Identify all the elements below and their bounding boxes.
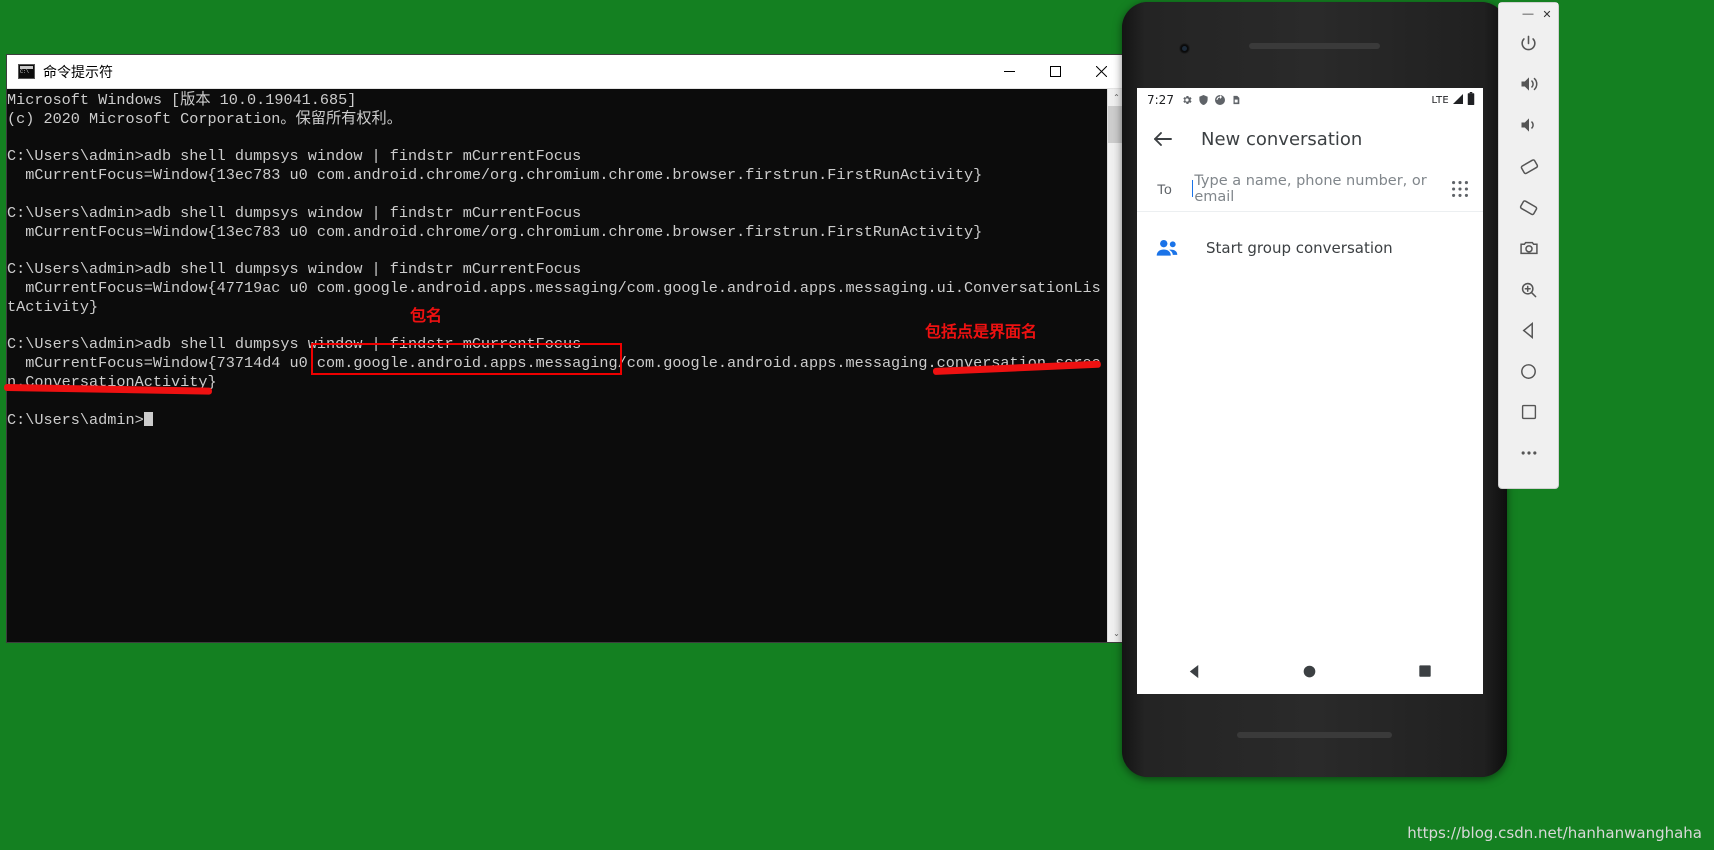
battery-icon [1467,92,1475,108]
zoom-button[interactable] [1499,271,1558,312]
toolbar-more-button[interactable] [1499,435,1558,476]
status-time: 7:27 [1147,93,1174,107]
cmd-cursor [143,411,153,426]
close-button[interactable] [1078,55,1124,88]
camera-icon [1519,238,1539,263]
screenshot-button[interactable] [1499,230,1558,271]
more-icon [1519,443,1539,468]
emulator-minimize-button[interactable]: — [1521,8,1535,20]
earpiece-speaker [1249,43,1380,49]
command-prompt-window[interactable]: 命令提示符 Microsoft Windows [版本 10.0.19041.6… [7,55,1125,642]
cmd-line: (c) 2020 Microsoft Corporation。保留所有权利。 [7,109,402,128]
cmd-line: C:\Users\admin>adb shell dumpsys window … [7,147,582,166]
cmd-blank-line [7,185,1107,204]
start-group-conversation-label: Start group conversation [1206,239,1393,257]
rotate-right-button[interactable] [1499,189,1558,230]
maximize-icon [1049,66,1061,77]
toolbar-back-button[interactable] [1499,312,1558,353]
rotate-right-icon [1519,197,1539,222]
bottom-speaker [1237,732,1392,738]
cmd-line: C:\Users\admin>adb shell dumpsys window … [7,203,582,222]
cmd-icon [18,64,35,79]
cmd-blank-line [7,241,1107,260]
back-arrow-icon[interactable] [1151,127,1175,151]
cmd-console-output[interactable]: Microsoft Windows [版本 10.0.19041.685] (c)… [7,89,1124,642]
sync-icon [1214,94,1226,106]
power-button[interactable] [1499,25,1558,66]
front-camera-icon [1179,43,1190,54]
activity-name-annotation-label: 包括点是界面名 [925,322,1038,341]
watermark-text: https://blog.csdn.net/hanhanwanghaha [1407,824,1702,842]
minimize-button[interactable] [986,55,1032,88]
power-icon [1519,34,1538,58]
app-bar: New conversation [1137,112,1483,166]
package-name-annotation-label: 包名 [410,306,443,325]
android-navigation-bar[interactable] [1137,648,1483,694]
cmd-window-title: 命令提示符 [43,64,113,81]
cmd-line: Microsoft Windows [版本 10.0.19041.685] [7,91,357,109]
cmd-line: mCurrentFocus=Window{13ec783 u0 com.andr… [7,166,983,185]
emulator-side-toolbar[interactable]: — ✕ [1498,2,1559,489]
toolbar-home-button[interactable] [1499,353,1558,394]
volume-down-button[interactable] [1499,107,1558,148]
start-group-conversation-row[interactable]: Start group conversation [1137,220,1483,276]
zoom-icon [1519,280,1538,304]
nav-home-circle-icon[interactable] [1280,648,1340,694]
cmd-blank-line [7,392,1107,411]
maximize-button[interactable] [1032,55,1078,88]
recipient-row[interactable]: To Type a name, phone number, or email [1137,166,1483,212]
nav-home-icon [1520,363,1537,385]
cmd-blank-line [7,129,1107,148]
cmd-line: C:\Users\admin> [7,411,1107,430]
status-bar-right: LTE [1431,92,1475,108]
rotate-left-icon [1519,156,1539,181]
cmd-text-lines: Microsoft Windows [版本 10.0.19041.685] (c)… [7,91,1107,429]
nav-recents-square-icon[interactable] [1395,648,1455,694]
rotate-left-button[interactable] [1499,148,1558,189]
signal-icon [1452,93,1464,108]
android-emulator-device[interactable]: 7:27 LTE New conversation To Type a name… [1122,2,1507,777]
cmd-line: mCurrentFocus=Window{13ec783 u0 com.andr… [7,222,983,241]
cmd-title-bar[interactable]: 命令提示符 [7,55,1124,89]
volume-up-button[interactable] [1499,66,1558,107]
emulator-toolbar-titlebar[interactable]: — ✕ [1499,3,1558,25]
network-type-label: LTE [1431,94,1449,106]
nav-overview-icon [1521,404,1537,425]
close-icon [1095,66,1107,77]
android-status-bar: 7:27 LTE [1137,88,1483,112]
volume-up-icon [1519,74,1539,99]
page-title: New conversation [1201,128,1363,150]
emulator-close-button[interactable]: ✕ [1540,8,1554,21]
cmd-line: mCurrentFocus=Window{47719ac u0 com.goog… [7,278,1101,297]
recipient-placeholder: Type a name, phone number, or email [1194,172,1427,205]
shield-icon [1198,94,1209,106]
nav-back-icon [1520,321,1537,344]
to-label: To [1157,180,1172,197]
volume-down-icon [1519,115,1539,140]
cmd-line: tActivity} [7,297,99,316]
dialpad-icon[interactable] [1449,178,1471,200]
toolbar-overview-button[interactable] [1499,394,1558,435]
group-people-icon [1154,235,1180,261]
minimize-icon [1003,71,1015,72]
nav-back-triangle-icon[interactable] [1165,648,1225,694]
emulator-screen[interactable]: 7:27 LTE New conversation To Type a name… [1137,88,1483,694]
gear-icon [1181,94,1193,106]
recipient-input[interactable]: Type a name, phone number, or email [1191,172,1449,205]
cmd-line: C:\Users\admin>adb shell dumpsys window … [7,260,582,279]
sim-icon [1231,94,1241,106]
